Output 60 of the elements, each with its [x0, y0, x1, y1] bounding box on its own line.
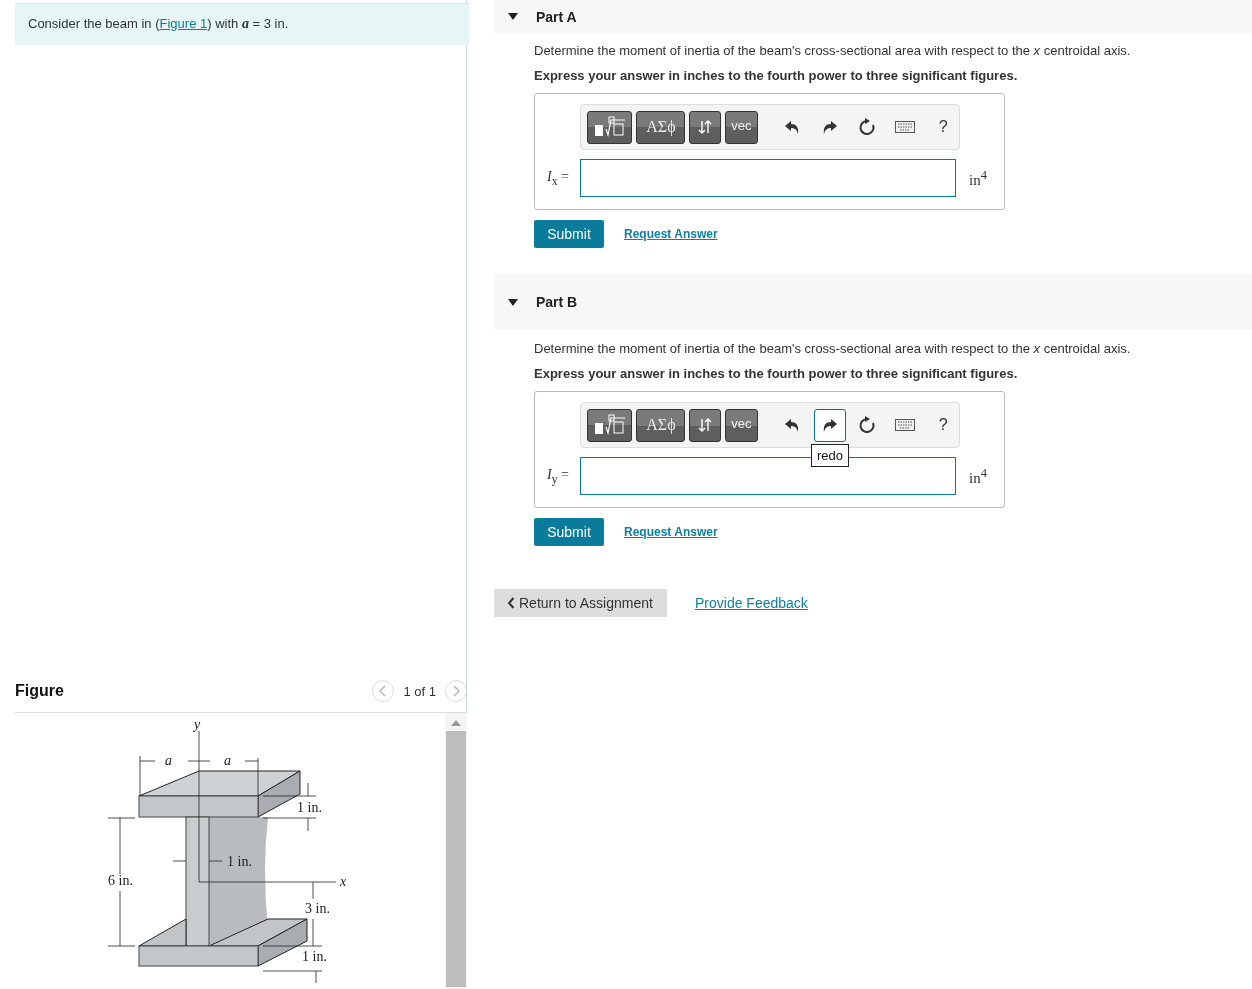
feedback-link[interactable]: Provide Feedback [695, 595, 808, 611]
arrows-button[interactable] [689, 110, 721, 144]
dimension-label: 1 in. [297, 800, 322, 815]
symbol-label: a [224, 753, 231, 768]
redo-icon [821, 119, 838, 135]
redo-icon [821, 417, 838, 433]
variable-label: I$_{x}$ = [547, 168, 570, 188]
templates-button[interactable] [587, 110, 633, 144]
page-counter: 1 of 1 [403, 683, 436, 699]
question-text: Determine the moment of inertia of the beam's cross-sectional area with respect to the x centroidal axis. [533, 43, 1132, 58]
part-title: Part A [536, 8, 577, 25]
part-title: Part B [536, 294, 578, 310]
undo-icon [783, 417, 800, 433]
symbol-label: a [165, 753, 172, 768]
dimension-label: 1 in. [227, 854, 252, 869]
unit-label: in$^{4}$ [969, 465, 987, 487]
figure-link[interactable]: Figure 1 [159, 16, 208, 31]
figure-title: Figure [15, 682, 65, 700]
instruction-text: Express your answer in inches to the fourth power to three significant figures. [533, 68, 1019, 83]
reset-icon [858, 118, 877, 136]
scrollbar[interactable] [445, 713, 467, 989]
submit-button[interactable]: Submit [534, 518, 604, 546]
up-down-arrows-icon [698, 119, 713, 135]
undo-icon [783, 119, 800, 135]
keyboard-icon [895, 419, 916, 431]
instruction-text: Express your answer in inches to the fourth power to three significant figures. [533, 366, 1019, 381]
greek-letters-button[interactable]: ΑΣϕ [636, 408, 686, 442]
chevron-left-icon [379, 685, 388, 697]
dimension-label: 3 in. [305, 901, 330, 916]
vector-button[interactable]: vec [724, 110, 758, 144]
chevron-left-icon [507, 597, 515, 609]
unit-label: in$^{4}$ [969, 167, 987, 189]
part-header[interactable]: Part A [494, 0, 1252, 33]
request-answer-link[interactable]: Request Answer [624, 525, 718, 539]
help-button[interactable]: ? [927, 110, 959, 144]
part-header[interactable]: Part B [494, 274, 1252, 330]
up-down-arrows-icon [698, 417, 713, 433]
templates-icon [592, 116, 627, 138]
help-button[interactable]: ? [927, 408, 959, 442]
vector-button[interactable]: vec [724, 408, 758, 442]
axis-label: y [194, 717, 201, 732]
arrows-button[interactable] [689, 408, 721, 442]
greek-letters-button[interactable]: ΑΣϕ [636, 110, 686, 144]
variable-label: I$_{y}$ = [547, 466, 570, 486]
return-button[interactable]: Return to Assignment [494, 589, 667, 617]
redo-button[interactable] [813, 408, 846, 442]
request-answer-link[interactable]: Request Answer [624, 227, 718, 241]
dimension-label: 6 in. [108, 873, 133, 888]
axis-label: x [340, 874, 347, 889]
answer-field[interactable] [580, 159, 956, 197]
dimension-label: 1 in. [302, 949, 327, 964]
chevron-right-icon [452, 685, 460, 697]
templates-icon [592, 414, 627, 436]
intro-text: Consider the beam in (Figure 1) with a = 3 in. [15, 3, 469, 45]
question-text: Determine the moment of inertia of the beam's cross-sectional area with respect to the x centroidal axis. [533, 341, 1132, 356]
keyboard-icon [895, 121, 916, 133]
scroll-up-icon [451, 719, 461, 727]
reset-icon [858, 416, 877, 434]
submit-button[interactable]: Submit [534, 220, 604, 248]
templates-button[interactable] [587, 408, 633, 442]
